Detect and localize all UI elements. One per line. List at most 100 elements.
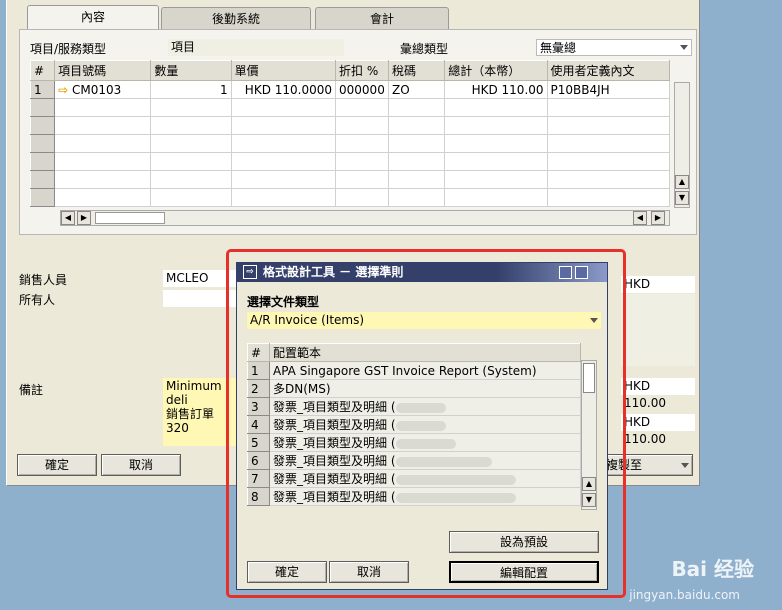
empty-cell[interactable] xyxy=(150,134,232,153)
col-header-udf-text[interactable]: 使用者定義內文 xyxy=(546,60,671,81)
row-header[interactable] xyxy=(29,134,56,153)
template-name-cell[interactable]: 發票_項目類型及明細 ( xyxy=(269,451,581,470)
maximize-icon[interactable] xyxy=(575,266,588,279)
table-row[interactable]: 8 發票_項目類型及明細 ( xyxy=(247,487,581,506)
table-row[interactable] xyxy=(29,170,671,189)
empty-cell[interactable] xyxy=(231,188,337,207)
total-field[interactable]: HKD 110.00 xyxy=(621,378,695,410)
template-name-cell[interactable]: 發票_項目類型及明細 ( xyxy=(269,469,581,488)
row-number[interactable]: 4 xyxy=(247,415,270,434)
empty-cell[interactable] xyxy=(388,170,446,189)
col-header-quantity[interactable]: 數量 xyxy=(150,60,232,81)
total-field[interactable]: HKD 110.00 xyxy=(621,414,695,446)
table-row[interactable]: 4 發票_項目類型及明細 ( xyxy=(247,415,581,434)
tax-code-cell[interactable]: ZO xyxy=(388,80,446,99)
chevron-down-icon[interactable] xyxy=(590,318,598,323)
col-header-total[interactable]: 總計（本幣） xyxy=(444,60,548,81)
empty-cell[interactable] xyxy=(150,170,232,189)
tab-content[interactable]: 內容 xyxy=(27,5,159,30)
col-header-discount[interactable]: 折扣 % xyxy=(335,60,389,81)
empty-cell[interactable] xyxy=(231,98,337,117)
unit-price-cell[interactable]: HKD 110.0000 xyxy=(231,80,337,99)
scroll-down-icon[interactable]: ▼ xyxy=(582,493,596,507)
row-number[interactable]: 2 xyxy=(247,379,270,398)
empty-cell[interactable] xyxy=(335,152,389,171)
template-name-cell[interactable]: 發票_項目類型及明細 ( xyxy=(269,487,581,506)
dialog-ok-button[interactable]: 確定 xyxy=(247,561,327,583)
empty-cell[interactable] xyxy=(150,188,232,207)
set-default-button[interactable]: 設為預設 xyxy=(449,531,599,553)
tab-accounting[interactable]: 會計 xyxy=(315,7,449,29)
empty-cell[interactable] xyxy=(54,188,152,207)
empty-cell[interactable] xyxy=(335,170,389,189)
table-row[interactable]: 3 發票_項目類型及明細 ( xyxy=(247,397,581,416)
empty-cell[interactable] xyxy=(54,98,152,117)
cancel-button[interactable]: 取消 xyxy=(101,454,181,476)
template-name[interactable]: APA Singapore GST Invoice Report (System… xyxy=(269,361,581,380)
items-horizontal-scrollbar[interactable]: ◀ ▶ ◀ ▶ xyxy=(60,210,670,226)
dialog-cancel-button[interactable]: 取消 xyxy=(329,561,409,583)
empty-cell[interactable] xyxy=(444,170,548,189)
col-header-template[interactable]: 配置範本 xyxy=(269,343,581,362)
empty-cell[interactable] xyxy=(150,98,232,117)
row-number[interactable]: 7 xyxy=(247,469,270,488)
scroll-right-icon[interactable]: ▶ xyxy=(651,211,665,225)
empty-cell[interactable] xyxy=(547,98,671,117)
table-row[interactable] xyxy=(29,98,671,117)
template-name[interactable]: 多DN(MS) xyxy=(269,379,581,398)
row-number[interactable]: 6 xyxy=(247,451,270,470)
item-type-field[interactable]: 項目 xyxy=(168,39,344,56)
doc-type-select[interactable]: A/R Invoice (Items) xyxy=(247,312,601,329)
remarks-field[interactable]: Minimum deli 銷售訂單 320 xyxy=(163,378,239,446)
table-row[interactable]: 2 多DN(MS) xyxy=(247,379,581,398)
scroll-thumb[interactable] xyxy=(583,363,595,393)
row-header[interactable] xyxy=(29,116,56,135)
empty-cell[interactable] xyxy=(231,170,337,189)
total-cell[interactable]: HKD 110.00 xyxy=(444,80,548,99)
chevron-down-icon[interactable] xyxy=(681,463,689,468)
table-row[interactable]: 1 APA Singapore GST Invoice Report (Syste… xyxy=(247,361,581,380)
owner-field[interactable] xyxy=(163,290,239,307)
total-field-empty[interactable] xyxy=(621,312,695,330)
total-field[interactable]: HKD 110.00 xyxy=(621,276,695,308)
empty-cell[interactable] xyxy=(54,116,152,135)
empty-cell[interactable] xyxy=(547,188,671,207)
minimize-icon[interactable] xyxy=(559,266,572,279)
empty-cell[interactable] xyxy=(335,98,389,117)
row-number[interactable]: 5 xyxy=(247,433,270,452)
edit-layout-button[interactable]: 編輯配置 xyxy=(449,561,599,583)
link-arrow-icon[interactable]: ⇨ xyxy=(58,83,68,97)
empty-cell[interactable] xyxy=(335,116,389,135)
row-number[interactable]: 3 xyxy=(247,397,270,416)
empty-cell[interactable] xyxy=(547,170,671,189)
template-name-cell[interactable]: 發票_項目類型及明細 ( xyxy=(269,397,581,416)
empty-cell[interactable] xyxy=(335,188,389,207)
scroll-right-icon[interactable]: ▶ xyxy=(77,211,91,225)
empty-cell[interactable] xyxy=(231,134,337,153)
empty-cell[interactable] xyxy=(388,152,446,171)
empty-cell[interactable] xyxy=(444,152,548,171)
table-row[interactable] xyxy=(29,152,671,171)
row-header[interactable] xyxy=(29,170,56,189)
template-name-cell[interactable]: 發票_項目類型及明細 ( xyxy=(269,415,581,434)
row-number[interactable]: 1 xyxy=(247,361,270,380)
chevron-down-icon[interactable] xyxy=(680,45,688,50)
template-name-cell[interactable]: 發票_項目類型及明細 ( xyxy=(269,433,581,452)
table-row[interactable]: 1 ⇨ CM0103 1 HKD 110.0000 000000 ZO HKD … xyxy=(29,80,671,99)
empty-cell[interactable] xyxy=(388,98,446,117)
col-header-item-no[interactable]: 項目號碼 xyxy=(54,60,152,81)
row-header[interactable] xyxy=(29,98,56,117)
table-row[interactable]: 5 發票_項目類型及明細 ( xyxy=(247,433,581,452)
table-row[interactable] xyxy=(29,188,671,207)
col-header-tax-code[interactable]: 稅碼 xyxy=(387,60,446,81)
empty-cell[interactable] xyxy=(335,134,389,153)
empty-cell[interactable] xyxy=(54,134,152,153)
discount-cell[interactable]: 000000 xyxy=(335,80,389,99)
empty-cell[interactable] xyxy=(54,152,152,171)
table-row[interactable]: 6 發票_項目類型及明細 ( xyxy=(247,451,581,470)
row-header[interactable] xyxy=(29,188,56,207)
empty-cell[interactable] xyxy=(150,152,232,171)
tab-logistics[interactable]: 後勤系統 xyxy=(161,7,311,29)
empty-cell[interactable] xyxy=(547,134,671,153)
empty-cell[interactable] xyxy=(444,116,548,135)
